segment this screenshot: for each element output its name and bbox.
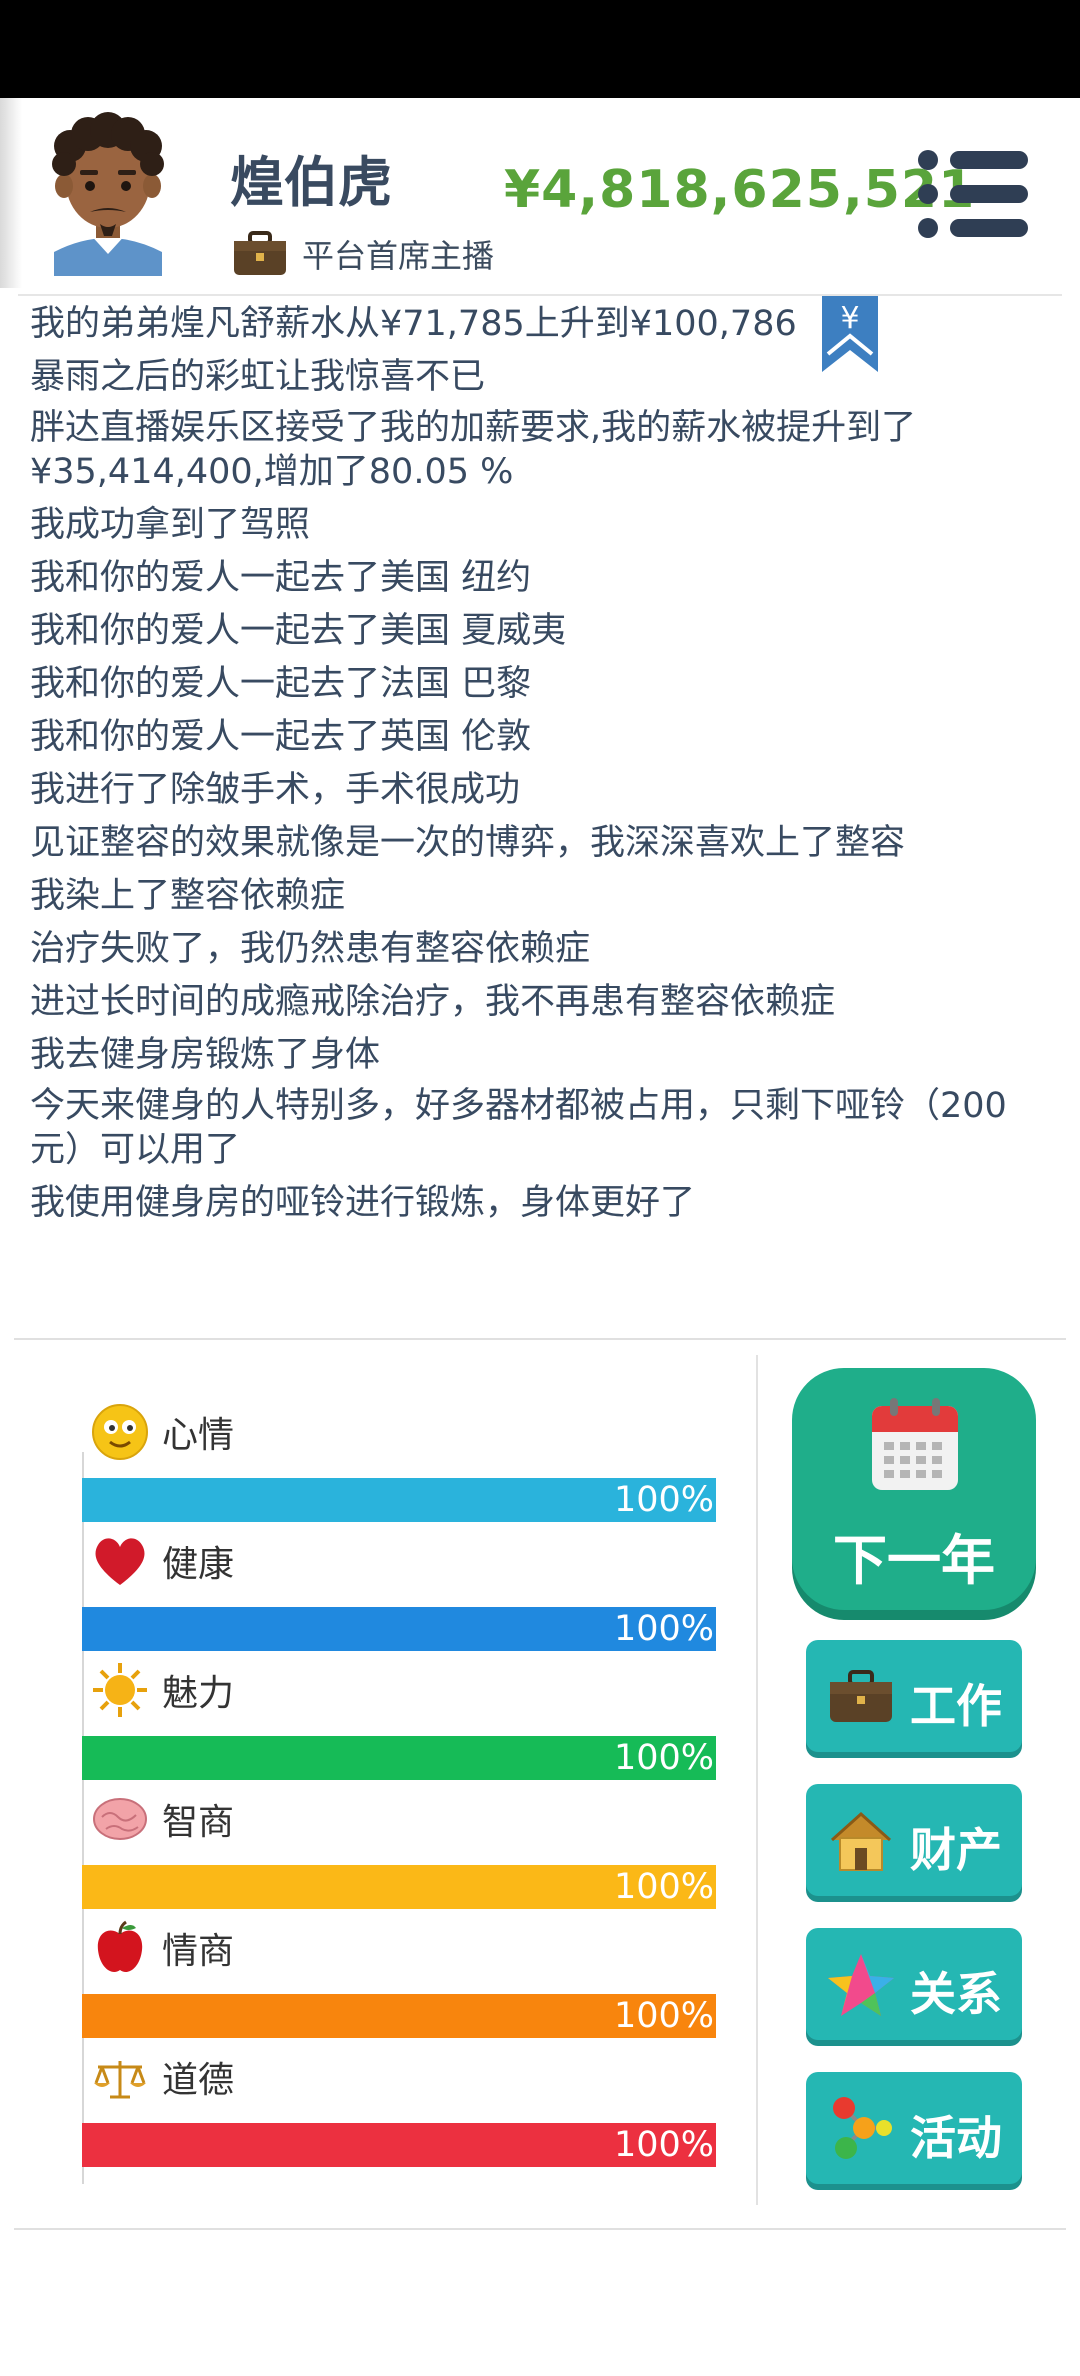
scales-icon bbox=[94, 2061, 146, 2099]
work-label: 工作 bbox=[910, 1679, 1002, 1733]
money-display: ¥4,818,625,521 bbox=[504, 160, 976, 220]
stat-bar: 100% bbox=[82, 1865, 716, 1909]
stat-bar: 100% bbox=[82, 1736, 716, 1780]
stat-label: 健康 bbox=[162, 1544, 235, 1585]
stat-bar: 100% bbox=[82, 1607, 716, 1651]
apple-icon bbox=[97, 1920, 143, 1972]
log-line: 今天来健身的人特别多，好多器材都被占用，只剩下哑铃（200元）可以用了 bbox=[30, 1086, 1007, 1170]
log-line: 治疗失败了，我仍然患有整容依赖症 bbox=[30, 929, 591, 969]
brain-icon bbox=[93, 1798, 147, 1840]
section-divider bbox=[14, 1338, 1066, 1340]
stat-label: 智商 bbox=[162, 1802, 235, 1843]
molecule-icon bbox=[833, 2097, 892, 2159]
stat-value: 100% bbox=[613, 1996, 714, 2036]
stat-bar: 100% bbox=[82, 2123, 716, 2167]
log-line: 我去健身房锻炼了身体 bbox=[30, 1035, 381, 1075]
log-line: 暴雨之后的彩虹让我惊喜不已 bbox=[30, 357, 486, 397]
stat-value: 100% bbox=[613, 1480, 714, 1520]
stat-label: 心情 bbox=[162, 1415, 235, 1456]
stat-mood: 心情 100% bbox=[82, 1400, 718, 1522]
stat-bar: 100% bbox=[82, 1994, 716, 2038]
calendar-icon bbox=[872, 1398, 958, 1490]
property-label: 财产 bbox=[910, 1823, 1002, 1877]
player-name: 煌伯虎 bbox=[230, 151, 392, 214]
briefcase-icon bbox=[830, 1670, 892, 1722]
log-line: 我进行了除皱手术，手术很成功 bbox=[30, 770, 521, 810]
activity-button[interactable]: 活动 bbox=[806, 2072, 1022, 2184]
bookmark-icon[interactable]: ¥ bbox=[822, 296, 878, 372]
stat-charm: 魅力 100% bbox=[82, 1658, 718, 1780]
job-title-row: 平台首席主播 bbox=[232, 226, 494, 282]
status-bar bbox=[0, 0, 1080, 98]
avatar bbox=[52, 112, 164, 276]
relationship-label: 关系 bbox=[910, 1967, 1002, 2021]
property-button[interactable]: 财产 bbox=[806, 1784, 1022, 1896]
stat-eq: 情商 100% bbox=[82, 1916, 718, 2038]
log-line: 我使用健身房的哑铃进行锻炼，身体更好了 bbox=[30, 1183, 696, 1223]
section-divider bbox=[14, 2228, 1066, 2230]
stat-bar: 100% bbox=[82, 1478, 716, 1522]
star-icon bbox=[828, 1954, 894, 2016]
stat-value: 100% bbox=[613, 2125, 714, 2165]
sun-icon bbox=[93, 1663, 147, 1717]
briefcase-icon bbox=[234, 231, 286, 275]
stat-label: 魅力 bbox=[162, 1673, 235, 1714]
stat-value: 100% bbox=[613, 1738, 714, 1778]
stat-value: 100% bbox=[613, 1867, 714, 1907]
log-line: 我成功拿到了驾照 bbox=[30, 505, 311, 545]
stat-health: 健康 100% bbox=[82, 1529, 718, 1651]
stat-label: 情商 bbox=[162, 1931, 235, 1972]
log-line: 我和你的爱人一起去了法国 巴黎 bbox=[30, 664, 532, 704]
stat-label: 道德 bbox=[162, 2060, 235, 2101]
panel-divider bbox=[756, 1355, 758, 2205]
stat-morality: 道德 100% bbox=[82, 2045, 718, 2167]
next-year-button[interactable]: 下一年 bbox=[792, 1368, 1036, 1610]
log-line: 进过长时间的成瘾戒除治疗，我不再患有整容依赖症 bbox=[30, 982, 836, 1022]
smiley-icon bbox=[92, 1404, 148, 1460]
next-year-label: 下一年 bbox=[833, 1529, 995, 1592]
bookmark-symbol: ¥ bbox=[840, 301, 859, 336]
log-line: 我和你的爱人一起去了美国 纽约 bbox=[30, 558, 532, 598]
log-line: 我和你的爱人一起去了美国 夏威夷 bbox=[30, 611, 567, 651]
stat-iq: 智商 100% bbox=[82, 1787, 718, 1909]
menu-button[interactable] bbox=[918, 150, 1028, 238]
log-line: 我的弟弟煌凡舒薪水从¥71,785上升到¥100,786 bbox=[30, 304, 797, 344]
activity-label: 活动 bbox=[910, 2111, 1002, 2165]
work-button[interactable]: 工作 bbox=[806, 1640, 1022, 1752]
heart-icon bbox=[95, 1538, 145, 1585]
log-line: 我染上了整容依赖症 bbox=[30, 876, 346, 916]
relationship-button[interactable]: 关系 bbox=[806, 1928, 1022, 2040]
log-line: 见证整容的效果就像是一次的博弈，我深深喜欢上了整容 bbox=[30, 823, 906, 863]
log-line: 胖达直播娱乐区接受了我的加薪要求,我的薪水被提升到了¥35,414,400,增加… bbox=[30, 408, 917, 492]
log-line: 我和你的爱人一起去了英国 伦敦 bbox=[30, 717, 532, 757]
event-log: 我的弟弟煌凡舒薪水从¥71,785上升到¥100,786 暴雨之后的彩虹让我惊喜… bbox=[30, 296, 1050, 1231]
stat-value: 100% bbox=[613, 1609, 714, 1649]
job-title: 平台首席主播 bbox=[302, 237, 495, 275]
house-icon bbox=[830, 1811, 892, 1871]
